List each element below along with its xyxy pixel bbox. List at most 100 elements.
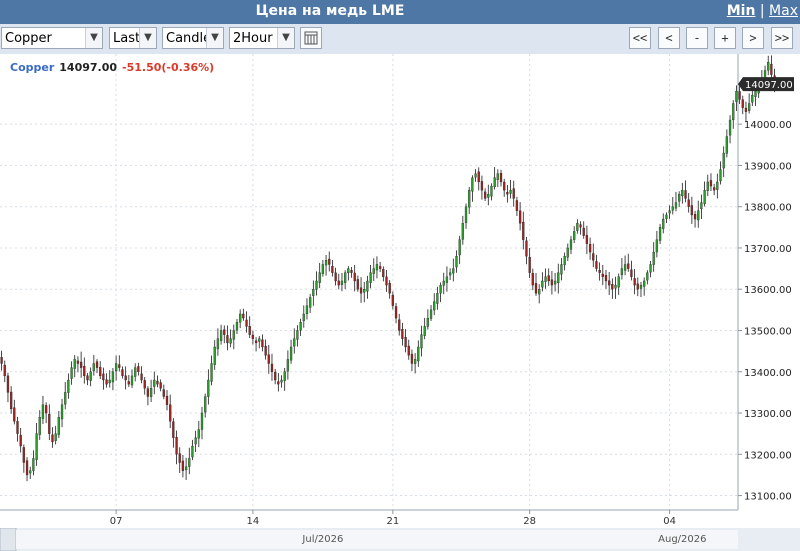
candle-body [598,269,601,273]
scroll-start-button[interactable]: << [629,27,651,49]
minimize-link[interactable]: Min [727,3,756,19]
chart-type-select[interactable]: Candle ▼ [162,27,224,49]
candle-body [83,365,86,377]
scroll-right-button[interactable]: > [742,27,764,49]
candle-body [655,239,659,253]
candle-body [706,181,709,191]
navigator-left-handle[interactable] [0,528,17,551]
candle-body [375,264,379,271]
candle-body [89,371,92,381]
candle-body [114,363,118,372]
candle-body [747,103,751,111]
candle-body [286,359,290,372]
candle-body [181,460,185,471]
candle-body [534,283,538,294]
chevron-down-icon[interactable]: ▼ [139,28,156,48]
candle-body [719,169,722,182]
chevron-down-icon[interactable]: ▼ [206,28,223,48]
candle-body [458,239,461,256]
candle-body [544,276,547,282]
candle-body [35,433,38,460]
candle-body [515,200,519,211]
candle-body [251,334,255,339]
candle-body [693,213,697,220]
interval-select[interactable]: 2Hour ▼ [229,27,295,49]
candle-body [401,329,404,339]
candle-body [204,396,207,413]
candle-body [506,191,509,195]
candle-body [312,289,315,296]
navigator-window[interactable] [16,530,738,549]
scroll-left-button[interactable]: < [658,27,680,49]
candle-body [499,173,503,183]
candle-body [13,407,16,422]
interval-select-value: 2Hour [233,31,273,46]
candle-body [751,95,754,103]
candle-body [124,375,127,381]
candle-body [550,279,554,286]
candlestick-chart[interactable]: 13100.00 13200.00 13300.00 13400.00 13500.00… [0,54,800,528]
zoom-out-button[interactable]: - [686,27,708,49]
candle-body [191,445,194,458]
time-navigator[interactable]: Jul/2026 Aug/2026 [0,528,800,551]
candle-body [468,190,471,208]
candle-body [51,434,54,443]
zoom-in-button[interactable]: + [714,27,736,49]
scroll-end-button[interactable]: >> [771,27,793,49]
candle-body [429,309,433,319]
candle-body [700,202,703,210]
candle-body [608,280,611,286]
candle-body [0,357,3,364]
candle-body [156,380,159,385]
candle-body [235,322,239,331]
candle-body [223,329,226,335]
candle-body [436,293,439,304]
candle-body [633,278,636,286]
candle-body [627,263,630,269]
candle-body [509,190,512,194]
candle-body [32,458,35,471]
candle-body [553,280,557,285]
candle-body [184,466,188,471]
candle-body [662,218,665,229]
candle-body [744,107,748,112]
candle-body [213,346,216,365]
candle-body [658,227,662,241]
candle-body [118,364,121,368]
chevron-down-icon[interactable]: ▼ [277,28,294,48]
candle-body [347,268,350,274]
candle-body [95,361,99,368]
candle-body [140,373,143,381]
candle-body [359,287,363,294]
candle-body [54,433,57,441]
price-field-select[interactable]: Last ▼ [109,27,157,49]
last-price-marker: 14097.00 [738,77,794,92]
candle-body [86,375,89,381]
candle-body [146,388,150,397]
indicators-button[interactable] [300,27,322,49]
y-tick-label: 13100.00 [744,492,792,503]
candle-body [165,395,169,405]
candle-body [331,266,334,273]
candle-body [518,210,522,224]
candle-body [563,256,566,266]
candle-body [452,268,455,274]
maximize-link[interactable]: Max [769,3,798,19]
candle-body [229,338,232,344]
candle-body [697,210,700,221]
candle-body [674,202,678,209]
candle-body [442,280,445,286]
candle-body [315,280,318,290]
candle-body [410,353,414,364]
candle-body [592,253,595,261]
symbol-select[interactable]: Copper ▼ [1,27,103,49]
candle-body [391,294,394,306]
x-tick-label: 28 [523,516,536,527]
candle-body [420,334,423,349]
candle-body [321,264,325,274]
candle-body [512,188,515,199]
candle-body [630,269,633,277]
candle-body [340,280,344,285]
candle-body [713,187,716,191]
chevron-down-icon[interactable]: ▼ [85,28,102,48]
